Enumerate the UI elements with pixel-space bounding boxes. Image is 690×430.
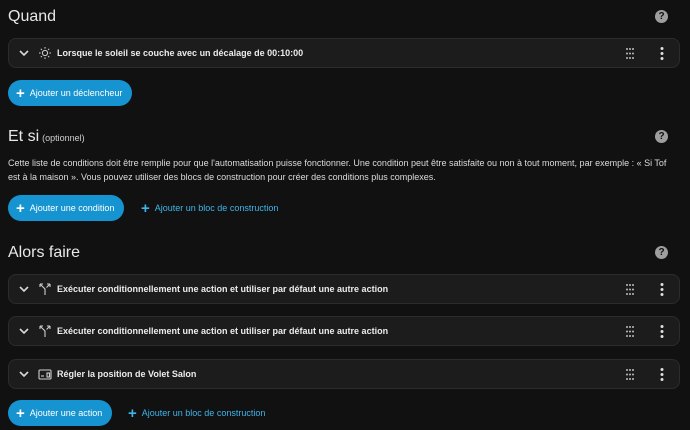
- add-condition-label: Ajouter une condition: [29, 203, 115, 213]
- chevron-down-icon[interactable]: [18, 367, 30, 381]
- add-trigger-button[interactable]: + Ajouter un déclencheur: [8, 80, 133, 106]
- section-title-then-do: Alors faire: [8, 244, 81, 261]
- drag-handle-icon[interactable]: [625, 368, 635, 381]
- call-split-icon: [39, 283, 51, 295]
- action-card[interactable]: Exécuter conditionnellement une action e…: [8, 316, 680, 346]
- add-condition-building-block-button[interactable]: + Ajouter un bloc de construction: [141, 195, 278, 221]
- trigger-label: Lorsque le soleil se couche avec un déca…: [57, 48, 304, 58]
- device-position-icon: [38, 369, 52, 380]
- add-building-block-label: Ajouter un bloc de construction: [141, 408, 266, 418]
- plus-icon: +: [16, 199, 25, 217]
- help-and-if-icon[interactable]: ?: [655, 130, 668, 143]
- add-action-button[interactable]: + Ajouter une action: [8, 400, 113, 426]
- action-card[interactable]: Régler la position de Volet Salon: [8, 359, 680, 389]
- overflow-menu-icon[interactable]: [659, 367, 665, 382]
- sunset-icon: [39, 47, 51, 59]
- action-card[interactable]: Exécuter conditionnellement une action e…: [8, 274, 680, 304]
- conditions-description: Cette liste de conditions doit être remp…: [8, 158, 667, 182]
- add-action-building-block-button[interactable]: + Ajouter un bloc de construction: [128, 400, 265, 426]
- overflow-menu-icon[interactable]: [659, 46, 665, 61]
- action-label: Exécuter conditionnellement une action e…: [57, 326, 389, 336]
- drag-handle-icon[interactable]: [625, 47, 635, 60]
- plus-icon: +: [141, 199, 150, 217]
- plus-icon: +: [128, 404, 137, 422]
- chevron-down-icon[interactable]: [18, 46, 30, 60]
- drag-handle-icon[interactable]: [625, 283, 635, 296]
- action-label: Exécuter conditionnellement une action e…: [57, 284, 389, 294]
- trigger-card[interactable]: Lorsque le soleil se couche avec un déca…: [8, 38, 680, 68]
- add-action-label: Ajouter une action: [29, 408, 103, 418]
- and-if-title: Et si: [8, 128, 40, 145]
- overflow-menu-icon[interactable]: [659, 282, 665, 297]
- call-split-icon: [39, 325, 51, 337]
- help-then-do-icon[interactable]: ?: [655, 246, 668, 259]
- chevron-down-icon[interactable]: [18, 324, 30, 338]
- plus-icon: +: [16, 84, 25, 102]
- chevron-down-icon[interactable]: [18, 282, 30, 296]
- help-when-icon[interactable]: ?: [655, 10, 668, 23]
- drag-handle-icon[interactable]: [625, 325, 635, 338]
- add-trigger-label: Ajouter un déclencheur: [29, 88, 123, 98]
- plus-icon: +: [16, 404, 25, 422]
- optional-label: (optionnel): [42, 133, 85, 143]
- section-title-and-if: Et si (optionnel): [8, 128, 85, 146]
- overflow-menu-icon[interactable]: [659, 324, 665, 339]
- action-label: Régler la position de Volet Salon: [57, 369, 197, 379]
- section-title-when: Quand: [8, 8, 57, 25]
- add-condition-button[interactable]: + Ajouter une condition: [8, 195, 125, 221]
- add-building-block-label: Ajouter un bloc de construction: [154, 203, 279, 213]
